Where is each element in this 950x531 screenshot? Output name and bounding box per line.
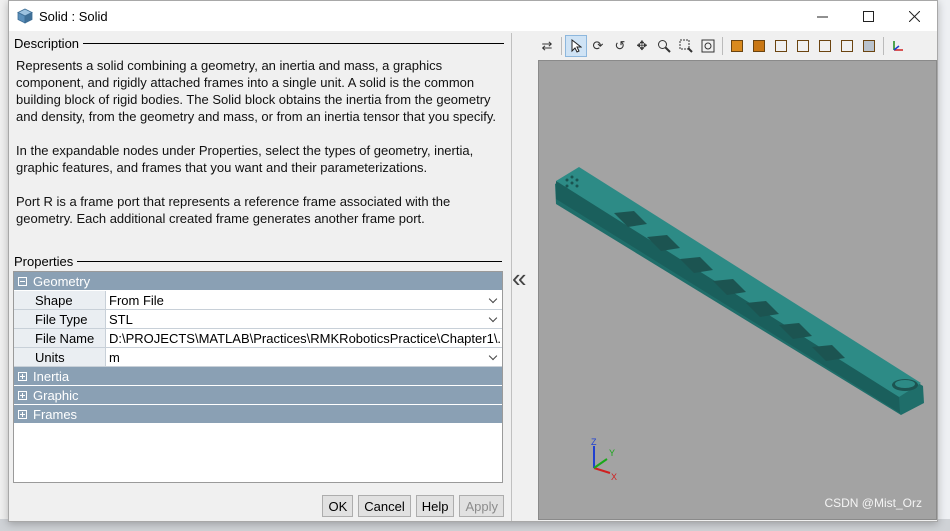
group-label: Frames bbox=[33, 406, 78, 422]
property-value: m bbox=[109, 349, 120, 365]
view-front-icon[interactable] bbox=[726, 35, 748, 57]
close-button[interactable] bbox=[891, 1, 937, 31]
swap-icon[interactable]: ⇄ bbox=[536, 35, 558, 57]
description-text: Represents a solid combining a geometry,… bbox=[12, 53, 504, 227]
view-bottom-icon[interactable] bbox=[836, 35, 858, 57]
property-row-file-type: File Type STL bbox=[14, 310, 502, 329]
maximize-button[interactable] bbox=[845, 1, 891, 31]
solid-dialog: Solid : Solid Description Represents a s… bbox=[8, 0, 938, 522]
z-axis-label: Z bbox=[591, 437, 597, 447]
property-row-shape: Shape From File bbox=[14, 291, 502, 310]
divider bbox=[77, 260, 502, 262]
property-value: D:\PROJECTS\MATLAB\Practices\RMKRobotics… bbox=[109, 330, 502, 346]
view-back-icon[interactable] bbox=[748, 35, 770, 57]
cancel-button[interactable]: Cancel bbox=[358, 495, 411, 517]
expand-icon[interactable] bbox=[18, 371, 27, 381]
collapse-icon[interactable] bbox=[18, 276, 27, 286]
shape-dropdown[interactable]: From File bbox=[105, 291, 502, 310]
maximize-icon bbox=[862, 10, 874, 22]
spin-icon[interactable]: ↺ bbox=[609, 35, 631, 57]
3d-viewport[interactable]: Z Y X CSDN @Mist_Orz bbox=[538, 60, 937, 520]
background-app-right bbox=[938, 0, 950, 531]
property-row-file-name: File Name D:\PROJECTS\MATLAB\Practices\R… bbox=[14, 329, 502, 348]
solid-block-icon bbox=[17, 8, 33, 24]
chevron-down-icon[interactable] bbox=[488, 313, 498, 323]
x-axis-label: X bbox=[611, 472, 617, 482]
minimize-button[interactable] bbox=[799, 1, 845, 31]
minimize-icon bbox=[816, 16, 828, 17]
watermark: CSDN @Mist_Orz bbox=[824, 496, 922, 510]
visualization-pane: ⇄ ⟳ ↺ ✥ Z Y X CSDN @Mist_Orz bbox=[511, 33, 937, 521]
title-bar[interactable]: Solid : Solid bbox=[9, 1, 937, 31]
group-label: Inertia bbox=[33, 368, 70, 384]
view-isometric-icon[interactable] bbox=[858, 35, 880, 57]
property-label: File Name bbox=[14, 329, 105, 348]
description-paragraph: Port R is a frame port that represents a… bbox=[16, 194, 451, 226]
window-title: Solid : Solid bbox=[39, 8, 108, 24]
pan-icon[interactable]: ✥ bbox=[631, 35, 653, 57]
toolbar-separator bbox=[561, 37, 562, 55]
group-inertia[interactable]: Inertia bbox=[14, 367, 502, 386]
property-label: Shape bbox=[14, 291, 105, 310]
zoom-icon[interactable] bbox=[653, 35, 675, 57]
property-label: File Type bbox=[14, 310, 105, 329]
close-icon bbox=[908, 10, 920, 22]
group-geometry[interactable]: Geometry bbox=[14, 272, 502, 291]
chevron-down-icon[interactable] bbox=[488, 351, 498, 361]
property-row-units: Units m bbox=[14, 348, 502, 367]
property-inspector: Geometry Shape From File File Type STL F… bbox=[13, 271, 503, 483]
divider bbox=[83, 42, 504, 44]
dialog-buttons: OK Cancel Help Apply bbox=[322, 495, 504, 517]
expand-icon[interactable] bbox=[18, 390, 27, 400]
description-paragraph: In the expandable nodes under Properties… bbox=[16, 143, 474, 175]
group-graphic[interactable]: Graphic bbox=[14, 386, 502, 405]
group-label: Graphic bbox=[33, 387, 79, 403]
property-label: Units bbox=[14, 348, 105, 367]
description-paragraph: Represents a solid combining a geometry,… bbox=[16, 58, 497, 124]
property-value: From File bbox=[109, 292, 164, 308]
expand-icon[interactable] bbox=[18, 409, 27, 419]
description-section-header: Description bbox=[12, 33, 504, 53]
solid-model: Z Y X bbox=[555, 167, 924, 482]
toolbar-separator bbox=[883, 37, 884, 55]
toolbar-separator bbox=[722, 37, 723, 55]
ok-button[interactable]: OK bbox=[322, 495, 354, 517]
apply-button[interactable]: Apply bbox=[459, 495, 504, 517]
properties-section-header: Properties bbox=[12, 251, 502, 271]
rotate-icon[interactable]: ⟳ bbox=[587, 35, 609, 57]
view-right-icon[interactable] bbox=[792, 35, 814, 57]
fit-to-view-icon[interactable] bbox=[697, 35, 719, 57]
view-left-icon[interactable] bbox=[770, 35, 792, 57]
y-axis-label: Y bbox=[609, 448, 615, 458]
select-pointer-icon[interactable] bbox=[565, 35, 587, 57]
parameters-pane: Description Represents a solid combining… bbox=[12, 33, 504, 519]
triad-toggle-icon[interactable] bbox=[887, 35, 909, 57]
box-zoom-icon[interactable] bbox=[675, 35, 697, 57]
view-top-icon[interactable] bbox=[814, 35, 836, 57]
group-label: Geometry bbox=[33, 273, 91, 289]
file-type-dropdown[interactable]: STL bbox=[105, 310, 502, 329]
properties-heading: Properties bbox=[14, 253, 74, 269]
help-button[interactable]: Help bbox=[415, 495, 455, 517]
group-frames[interactable]: Frames bbox=[14, 405, 502, 424]
chevron-down-icon[interactable] bbox=[488, 294, 498, 304]
viewer-toolbar: ⇄ ⟳ ↺ ✥ bbox=[512, 33, 937, 59]
file-name-field[interactable]: D:\PROJECTS\MATLAB\Practices\RMKRobotics… bbox=[105, 329, 502, 348]
property-value: STL bbox=[109, 311, 133, 327]
description-heading: Description bbox=[14, 35, 80, 51]
units-dropdown[interactable]: m bbox=[105, 348, 502, 367]
